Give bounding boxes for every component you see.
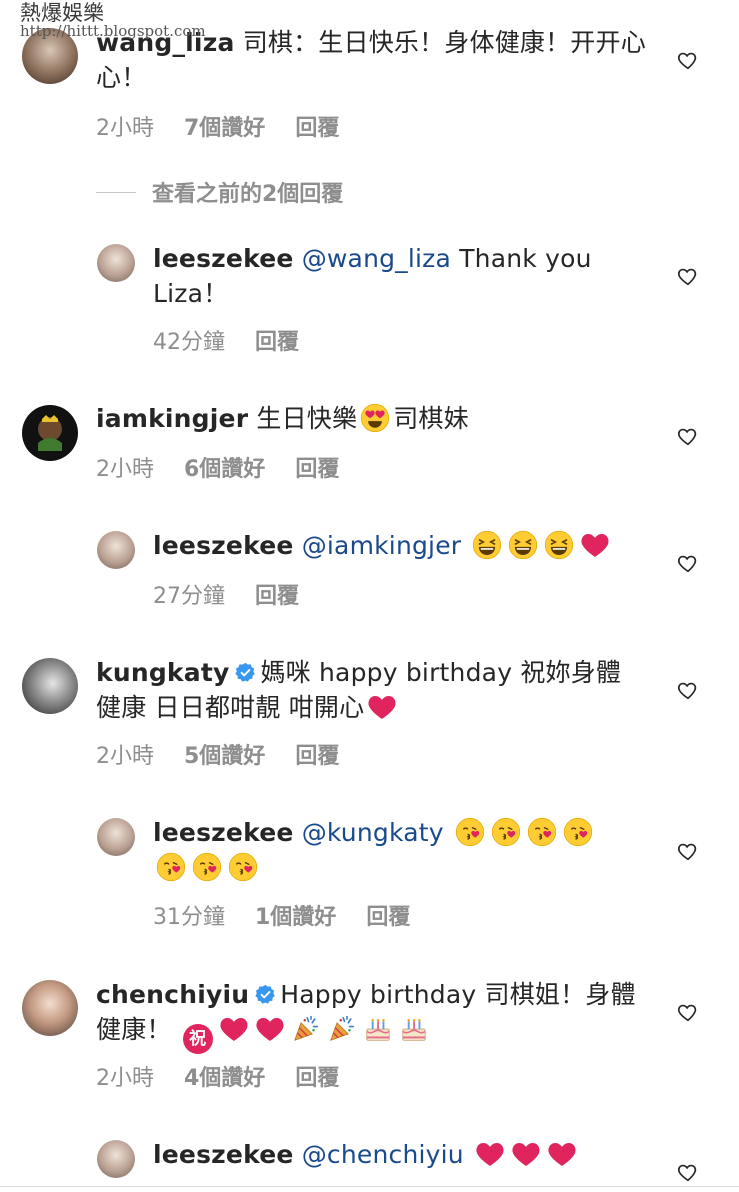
username[interactable]: leeszekee <box>153 818 294 847</box>
comment-meta: 2小時 4個讚好 回覆 <box>96 1060 339 1092</box>
party-popper-icon <box>327 1014 357 1044</box>
comment-text: leeszekee @chenchiyiu <box>153 1137 653 1172</box>
likes-count[interactable]: 1個讚好 <box>255 899 336 931</box>
reply-button[interactable]: 回覆 <box>295 110 339 142</box>
heart-outline-icon[interactable] <box>677 49 699 71</box>
username[interactable]: leeszekee <box>153 244 294 273</box>
reply-button[interactable]: 回覆 <box>295 1060 339 1092</box>
avatar[interactable] <box>22 980 78 1036</box>
timestamp: 27分鐘 <box>153 584 225 609</box>
timestamp: 42分鐘 <box>153 330 225 355</box>
avatar[interactable] <box>97 818 135 856</box>
timestamp: 2小時 <box>96 744 154 769</box>
timestamp: 2小時 <box>96 457 154 482</box>
laughing-icon <box>544 530 574 560</box>
watermark-title: 熱爆娛樂 <box>20 1 104 25</box>
reply-button[interactable]: 回覆 <box>295 451 339 483</box>
heart-outline-icon[interactable] <box>677 265 699 287</box>
comment-text: leeszekee @wang_liza Thank you Liza！ <box>153 241 653 311</box>
mention-link[interactable]: @wang_liza <box>302 244 451 273</box>
comment-text: kungkaty 媽咪 happy birthday 祝妳身體健康 日日都咁靚 咁… <box>96 655 641 725</box>
comment-text: leeszekee @iamkingjer <box>153 528 653 563</box>
kiss-icon <box>156 852 186 882</box>
username[interactable]: kungkaty <box>96 658 229 687</box>
reply-button[interactable]: 回覆 <box>255 578 299 610</box>
comment-body-end: 司棋妹 <box>393 404 469 433</box>
heart-outline-icon[interactable] <box>677 840 699 862</box>
view-previous-label[interactable]: 查看之前的2個回覆 <box>152 176 343 208</box>
laughing-icon <box>472 530 502 560</box>
verified-badge-icon <box>235 662 256 683</box>
avatar[interactable] <box>97 1140 135 1178</box>
likes-count[interactable]: 5個讚好 <box>184 738 265 770</box>
heart-outline-icon[interactable] <box>677 425 699 447</box>
likes-count[interactable]: 7個讚好 <box>184 110 265 142</box>
avatar[interactable] <box>97 531 135 569</box>
heart-outline-icon[interactable] <box>677 552 699 574</box>
timestamp: 31分鐘 <box>153 905 225 930</box>
comment-meta: 2小時 6個讚好 回覆 <box>96 451 339 483</box>
divider <box>0 1186 739 1187</box>
cake-icon <box>363 1014 393 1044</box>
kiss-icon <box>527 817 557 847</box>
username[interactable]: leeszekee <box>153 531 294 560</box>
heart-outline-icon[interactable] <box>677 679 699 701</box>
username[interactable]: chenchiyiu <box>96 980 249 1009</box>
divider-line <box>96 191 136 193</box>
mention-link[interactable]: @iamkingjer <box>302 531 462 560</box>
comment-meta: 42分鐘 回覆 <box>153 324 299 356</box>
username[interactable]: leeszekee <box>153 1140 294 1169</box>
mention-link[interactable]: @kungkaty <box>302 818 444 847</box>
reply-button[interactable]: 回覆 <box>366 899 410 931</box>
timestamp: 2小時 <box>96 116 154 141</box>
comment-text: chenchiyiu Happy birthday 司棋姐！身體健康！ 祝 <box>96 977 641 1054</box>
avatar[interactable] <box>22 658 78 714</box>
kiss-icon <box>491 817 521 847</box>
avatar[interactable] <box>97 244 135 282</box>
timestamp: 2小時 <box>96 1066 154 1091</box>
heart-outline-icon[interactable] <box>677 1161 699 1183</box>
view-previous-replies[interactable]: 查看之前的2個回覆 <box>96 176 343 208</box>
watermark-url: http://hittt.blogspot.com <box>20 22 206 41</box>
red-heart-icon <box>367 692 397 722</box>
likes-count[interactable]: 4個讚好 <box>184 1060 265 1092</box>
comment-meta: 2小時 5個讚好 回覆 <box>96 738 339 770</box>
comment-body: 生日快樂 <box>256 404 358 433</box>
red-heart-icon <box>511 1139 541 1169</box>
comment-meta: 27分鐘 回覆 <box>153 578 299 610</box>
cake-icon <box>399 1014 429 1044</box>
kiss-icon <box>228 852 258 882</box>
mention-link[interactable]: @chenchiyiu <box>302 1140 464 1169</box>
heart-outline-icon[interactable] <box>677 1001 699 1023</box>
red-heart-icon <box>219 1014 249 1044</box>
red-heart-icon <box>580 530 610 560</box>
laughing-icon <box>508 530 538 560</box>
red-heart-icon <box>475 1139 505 1169</box>
congratulation-icon: 祝 <box>182 1024 213 1054</box>
comment-text: iamkingjer 生日快樂 司棋妹 <box>96 401 656 436</box>
avatar[interactable] <box>22 405 78 461</box>
red-heart-icon <box>547 1139 577 1169</box>
comment-meta: 31分鐘 1個讚好 回覆 <box>153 899 410 931</box>
avatar-figure-icon <box>38 415 62 451</box>
verified-badge-icon <box>255 984 276 1005</box>
reply-button[interactable]: 回覆 <box>255 324 299 356</box>
likes-count[interactable]: 6個讚好 <box>184 451 265 483</box>
kiss-icon <box>455 817 485 847</box>
reply-button[interactable]: 回覆 <box>295 738 339 770</box>
heart-eyes-icon <box>360 403 390 433</box>
red-heart-icon <box>255 1014 285 1044</box>
comment-text: leeszekee @kungkaty <box>153 815 623 885</box>
username[interactable]: iamkingjer <box>96 404 248 433</box>
kiss-icon <box>563 817 593 847</box>
comment-meta: 2小時 7個讚好 回覆 <box>96 110 339 142</box>
watermark: 熱爆娛樂 http://hittt.blogspot.com <box>20 2 206 40</box>
party-popper-icon <box>291 1014 321 1044</box>
kiss-icon <box>192 852 222 882</box>
